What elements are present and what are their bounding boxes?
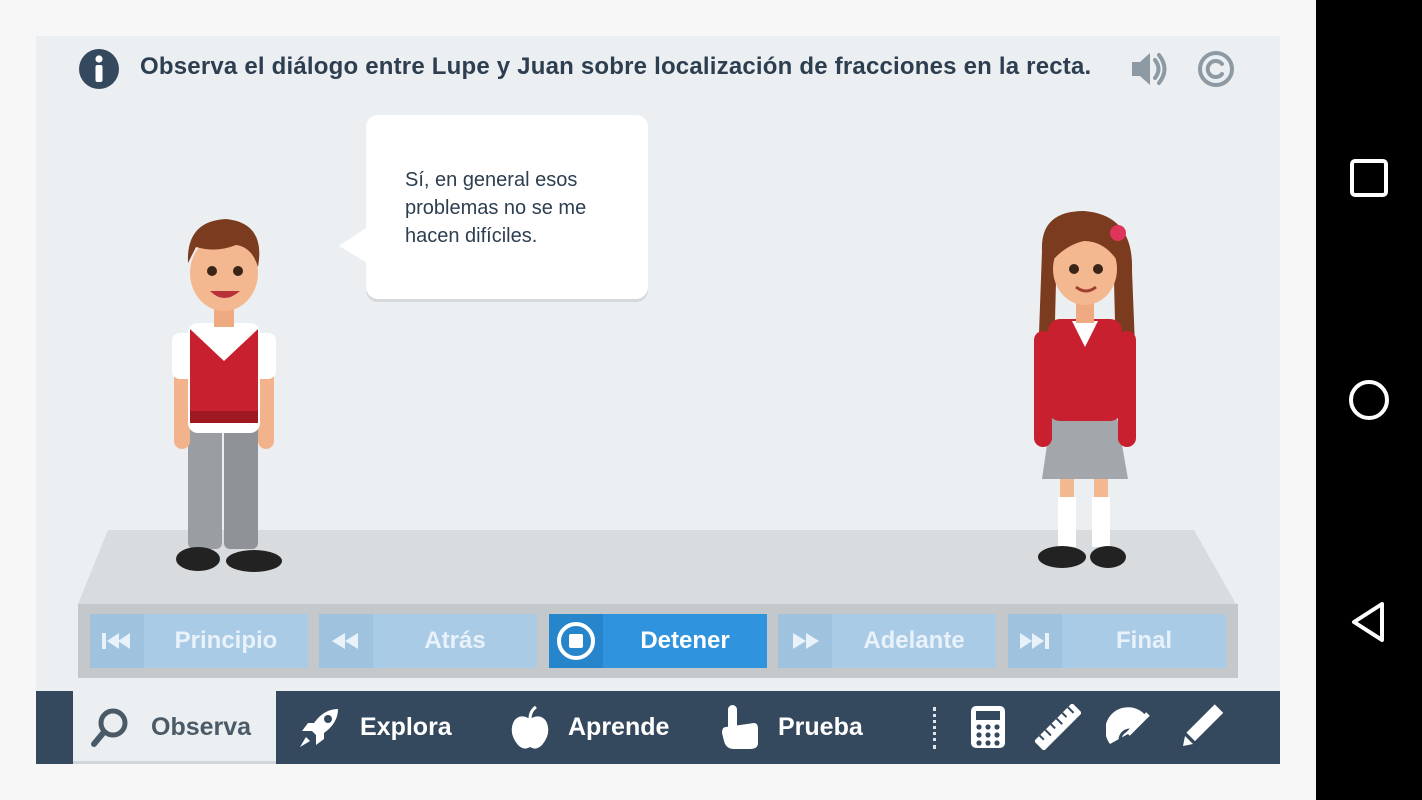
skip-to-end-icon xyxy=(1008,614,1062,668)
page-title: Observa el diálogo entre Lupe y Juan sob… xyxy=(140,53,1092,80)
detener-button[interactable]: Detener xyxy=(549,614,767,668)
speech-bubble-tail xyxy=(339,226,369,264)
playback-controls: Principio Atrás Detener Adelante Final xyxy=(78,604,1238,678)
tab-observa[interactable]: Observa xyxy=(73,691,276,764)
copyright-icon[interactable] xyxy=(1197,50,1235,88)
adelante-label: Adelante xyxy=(863,627,965,654)
pencil-icon[interactable] xyxy=(1179,704,1225,750)
home-circle-icon[interactable] xyxy=(1346,377,1392,423)
info-icon[interactable] xyxy=(78,48,120,90)
stop-icon xyxy=(549,614,603,668)
ruler-icon[interactable] xyxy=(1035,704,1081,750)
atras-label: Atrás xyxy=(424,627,486,654)
back-triangle-icon[interactable] xyxy=(1346,599,1392,645)
apple-icon xyxy=(511,705,549,749)
adelante-button[interactable]: Adelante xyxy=(778,614,996,668)
recents-square-icon[interactable] xyxy=(1346,155,1392,201)
detener-label: Detener xyxy=(640,627,730,654)
magnifier-icon xyxy=(91,708,128,747)
tab-observa-label: Observa xyxy=(151,713,252,741)
protractor-icon[interactable] xyxy=(1106,704,1152,750)
toolbar-divider xyxy=(933,707,936,749)
system-nav-bar xyxy=(1316,0,1422,800)
tab-aprende[interactable]: Aprende xyxy=(506,691,686,764)
principio-label: Principio xyxy=(174,627,278,654)
speech-text: Sí, en general esos problemas no se me h… xyxy=(405,169,587,247)
speech-bubble: Sí, en general esos problemas no se me h… xyxy=(366,115,648,299)
tab-aprende-label: Aprende xyxy=(568,713,670,741)
calculator-icon[interactable] xyxy=(965,704,1011,750)
tab-prueba[interactable]: Prueba xyxy=(716,691,896,764)
final-button[interactable]: Final xyxy=(1008,614,1226,668)
lesson-app: Observa el diálogo entre Lupe y Juan sob… xyxy=(36,36,1280,764)
tab-explora-label: Explora xyxy=(360,713,452,741)
rocket-icon xyxy=(300,709,338,747)
rewind-icon xyxy=(319,614,373,668)
principio-button[interactable]: Principio xyxy=(90,614,308,668)
lupe-character xyxy=(1034,211,1136,568)
speaker-icon[interactable] xyxy=(1129,50,1169,88)
tab-prueba-label: Prueba xyxy=(778,713,863,741)
atras-button[interactable]: Atrás xyxy=(319,614,537,668)
lesson-header: Observa el diálogo entre Lupe y Juan sob… xyxy=(36,36,1280,102)
pointing-hand-icon xyxy=(722,705,758,749)
tab-explora[interactable]: Explora xyxy=(294,691,474,764)
fast-forward-icon xyxy=(778,614,832,668)
bottom-nav: Observa Explora Aprende Prueba xyxy=(36,691,1280,764)
final-label: Final xyxy=(1115,627,1172,654)
juan-character xyxy=(172,219,282,572)
skip-to-start-icon xyxy=(90,614,144,668)
